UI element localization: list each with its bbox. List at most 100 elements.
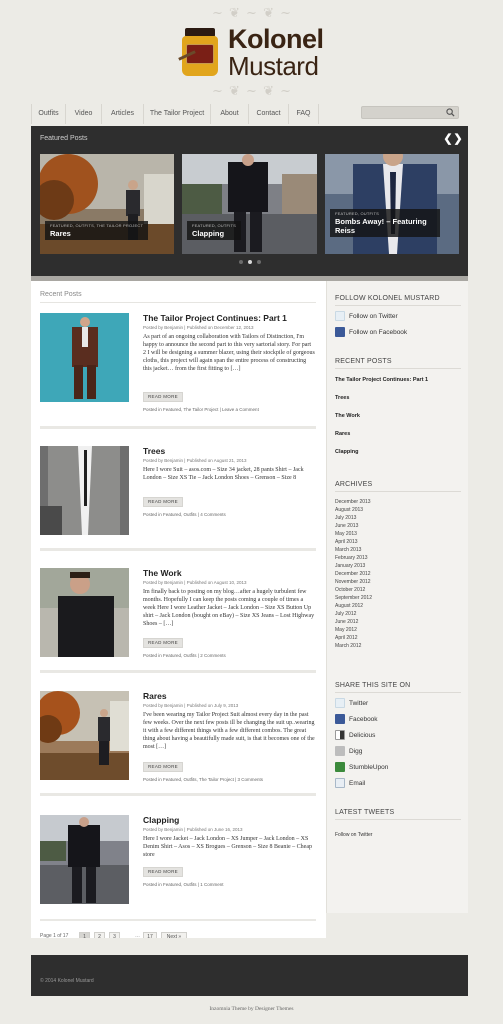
archive-link[interactable]: April 2013 — [335, 539, 358, 545]
nav-item-outfits[interactable]: Outfits — [31, 104, 66, 124]
slide-image — [325, 154, 459, 254]
tweets-follow-link[interactable]: Follow on Twitter — [335, 832, 372, 838]
facebook-icon — [335, 327, 345, 338]
post-thumbnail[interactable] — [40, 568, 129, 657]
recent-post-link[interactable]: Clapping — [335, 449, 359, 455]
share-widget-title: SHARE THIS SITE ON — [335, 682, 411, 689]
share-email-link[interactable]: Email — [335, 778, 365, 789]
featured-slide-1[interactable]: FEATURED, OUTFITS, THE TAILOR PROJECT Ra… — [40, 154, 174, 254]
archive-link[interactable]: January 2013 — [335, 563, 365, 569]
share-facebook-link[interactable]: Facebook — [335, 714, 378, 725]
post-meta: Posted by Benjamin | Published on June 1… — [143, 827, 243, 832]
post-thumbnail[interactable] — [40, 446, 129, 535]
read-more-button[interactable]: READ MORE — [143, 497, 183, 507]
email-icon — [335, 778, 345, 789]
archive-link[interactable]: December 2013 — [335, 499, 371, 505]
slide-caption: FEATURED, OUTFITS Clapping — [187, 221, 241, 240]
share-digg-link[interactable]: Digg — [335, 746, 362, 757]
post-excerpt: Here I wore Suit – asos.com – Size 34 ja… — [143, 467, 304, 481]
logo-ornament-top: ~ ❦ ~ ❦ ~ — [212, 6, 292, 21]
recent-post-link[interactable]: Trees — [335, 395, 349, 401]
post-meta: Posted by Benjamin | Published on Decemb… — [143, 325, 254, 330]
share-delicious-link[interactable]: Delicious — [335, 730, 375, 741]
follow-widget-title: FOLLOW KOLONEL MUSTARD — [335, 295, 440, 302]
archive-link[interactable]: February 2013 — [335, 555, 368, 561]
nav-item-contact[interactable]: Contact — [249, 104, 289, 124]
read-more-button[interactable]: READ MORE — [143, 392, 183, 402]
archive-link[interactable]: March 2013 — [335, 547, 361, 553]
archive-link[interactable]: April 2012 — [335, 635, 358, 641]
archives-widget-title: ARCHIVES — [335, 481, 373, 488]
post-thumbnail[interactable] — [40, 691, 129, 780]
featured-slide-3[interactable]: FEATURED, OUTFITS Bombs Away! – Featurin… — [325, 154, 459, 254]
post-tags[interactable]: Posted in Featured, Outfits | 1 Comment — [143, 882, 223, 888]
mustard-jar-logo-icon[interactable] — [178, 28, 226, 78]
archive-link[interactable]: December 2012 — [335, 571, 371, 577]
archive-link[interactable]: August 2012 — [335, 603, 363, 609]
copyright: © 2014 Kolonel Mustard — [40, 978, 94, 984]
archive-link[interactable]: October 2012 — [335, 587, 365, 593]
featured-slider: Featured Posts ❮ ❯ FEATURED, OUTFITS, TH… — [31, 126, 468, 276]
post-title[interactable]: Trees — [143, 446, 165, 457]
recent-post-link[interactable]: The Tailor Project Continues: Part 1 — [335, 377, 428, 383]
post-title[interactable]: Clapping — [143, 815, 179, 826]
archive-link[interactable]: March 2012 — [335, 643, 361, 649]
follow-twitter-link[interactable]: Follow on Twitter — [335, 311, 398, 322]
post-thumbnail[interactable] — [40, 313, 129, 402]
archive-link[interactable]: July 2012 — [335, 611, 356, 617]
slider-dot-2[interactable] — [248, 260, 252, 264]
post-excerpt: Here I wore Jacket – Jack London – XS Ju… — [143, 836, 312, 858]
post-tags[interactable]: Posted in Featured, Outfits | 2 Comments — [143, 653, 226, 659]
post-title[interactable]: Rares — [143, 691, 167, 702]
post-title[interactable]: The Work — [143, 568, 182, 579]
slider-dot-3[interactable] — [257, 260, 261, 264]
archive-link[interactable]: June 2013 — [335, 523, 358, 529]
post-item: The Work Posted by Benjamin | Published … — [40, 568, 316, 668]
slider-dot-1[interactable] — [239, 260, 243, 264]
divider — [40, 302, 316, 303]
recent-post-link[interactable]: The Work — [335, 413, 360, 419]
read-more-button[interactable]: READ MORE — [143, 762, 183, 772]
post-title[interactable]: The Tailor Project Continues: Part 1 — [143, 313, 287, 324]
archive-link[interactable]: September 2012 — [335, 595, 372, 601]
search-icon[interactable] — [446, 108, 455, 117]
post-item: Clapping Posted by Benjamin | Published … — [40, 815, 316, 915]
slider-next-icon[interactable]: ❯ — [453, 133, 463, 145]
post-tags[interactable]: Posted in Featured, The Tailor Project |… — [143, 407, 259, 413]
post-tags[interactable]: Posted in Featured, Outfits | 4 Comments — [143, 512, 226, 518]
nav-item-tailor-project[interactable]: The Tailor Project — [144, 104, 211, 124]
follow-facebook-link[interactable]: Follow on Facebook — [335, 327, 407, 338]
site-header: ~ ❦ ~ ❦ ~ Kolonel Mustard ~ ❦ ~ ❦ ~ — [0, 0, 503, 100]
site-title-line1[interactable]: Kolonel — [228, 24, 324, 54]
site-title-line2[interactable]: Mustard — [228, 52, 319, 80]
slider-prev-icon[interactable]: ❮ — [443, 133, 453, 145]
featured-slide-2[interactable]: FEATURED, OUTFITS Clapping — [182, 154, 317, 254]
theme-credit[interactable]: Inzomnia Theme by Designer Themes — [0, 1006, 503, 1012]
divider — [335, 692, 461, 693]
archive-link[interactable]: November 2012 — [335, 579, 371, 585]
archive-link[interactable]: July 2013 — [335, 515, 356, 521]
nav-item-faq[interactable]: FAQ — [289, 104, 319, 124]
archive-link[interactable]: June 2012 — [335, 619, 358, 625]
nav-item-about[interactable]: About — [211, 104, 249, 124]
footer-spacer — [31, 938, 468, 955]
stumbleupon-icon — [335, 762, 345, 773]
nav-item-articles[interactable]: Articles — [102, 104, 144, 124]
nav-item-video[interactable]: Video — [66, 104, 102, 124]
share-stumbleupon-link[interactable]: StumbleUpon — [335, 762, 388, 773]
divider — [335, 368, 461, 369]
post-excerpt: As part of an ongoing collaboration with… — [143, 334, 315, 372]
post-meta: Posted by Benjamin | Published on August… — [143, 458, 247, 463]
read-more-button[interactable]: READ MORE — [143, 867, 183, 877]
share-twitter-link[interactable]: Twitter — [335, 698, 368, 709]
recent-post-link[interactable]: Rares — [335, 431, 350, 437]
archive-link[interactable]: May 2012 — [335, 627, 357, 633]
post-thumbnail[interactable] — [40, 815, 129, 904]
post-item: Trees Posted by Benjamin | Published on … — [40, 446, 316, 546]
search-input[interactable] — [361, 106, 459, 119]
archive-link[interactable]: August 2013 — [335, 507, 363, 513]
read-more-button[interactable]: READ MORE — [143, 638, 183, 648]
archive-link[interactable]: May 2013 — [335, 531, 357, 537]
post-tags[interactable]: Posted in Featured, Outfits, The Tailor … — [143, 777, 263, 783]
post-excerpt: Im finally back to posting on my blog…af… — [143, 589, 315, 627]
